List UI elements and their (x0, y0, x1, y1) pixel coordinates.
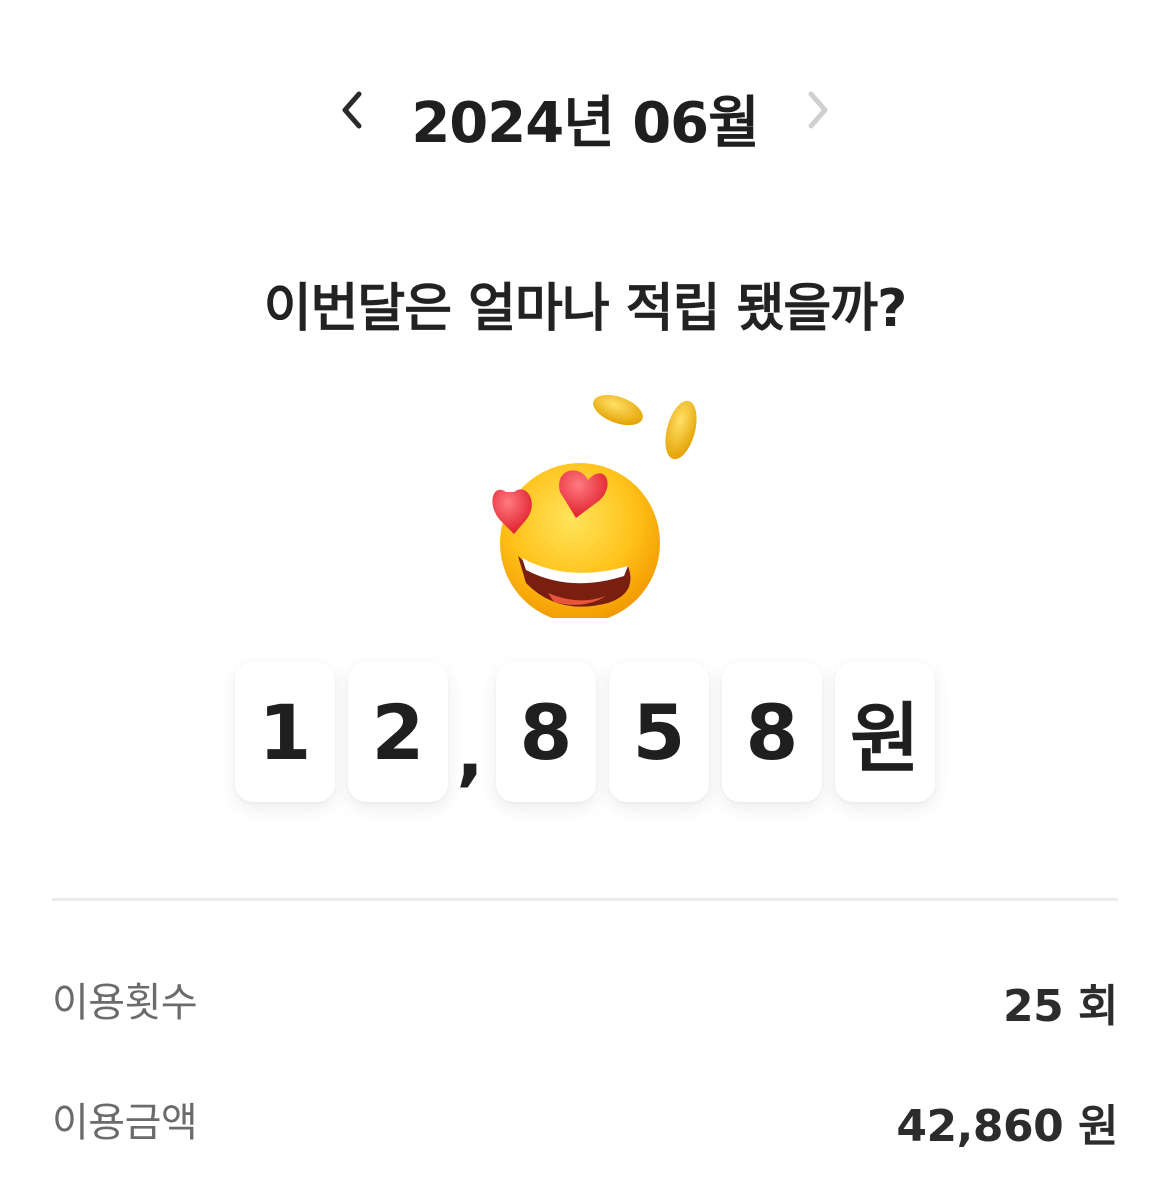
chevron-left-icon (342, 91, 362, 129)
amount-digit-card: 8 (722, 662, 822, 802)
amount-digit-card: 8 (496, 662, 596, 802)
amount-unit-card: 원 (835, 662, 935, 802)
usage-amount-label: 이용금액 (52, 1100, 198, 1146)
amount-separator: , (456, 710, 484, 794)
amount-digit-card: 2 (348, 662, 448, 802)
next-month-button[interactable] (788, 70, 848, 150)
usage-count-row: 이용횟수 25 회 (52, 970, 1119, 1032)
usage-amount-value: 42,860 원 (896, 1101, 1118, 1152)
saved-amount-display: 1 2 , 8 5 8 원 (0, 662, 1170, 804)
usage-amount-row: 이용금액 42,860 원 (52, 1090, 1118, 1152)
section-divider (52, 898, 1118, 901)
month-navigator: 2024년 06월 (0, 70, 1170, 156)
amount-digit-card: 5 (609, 662, 709, 802)
chevron-right-icon (808, 91, 828, 129)
question-heading: 이번달은 얼마나 적립 됐을까? (263, 279, 908, 339)
prev-month-button[interactable] (322, 70, 382, 150)
amount-digit-card: 1 (235, 662, 335, 802)
savings-summary-page: 2024년 06월 이번달은 얼마나 적립 됐을까? 1 2 , 8 5 8 원… (0, 0, 1170, 1201)
heart-eyes-coins-icon (492, 394, 697, 618)
month-title: 2024년 06월 (411, 91, 759, 156)
usage-count-label: 이용횟수 (52, 980, 198, 1026)
usage-count-value: 25 회 (1002, 981, 1119, 1032)
